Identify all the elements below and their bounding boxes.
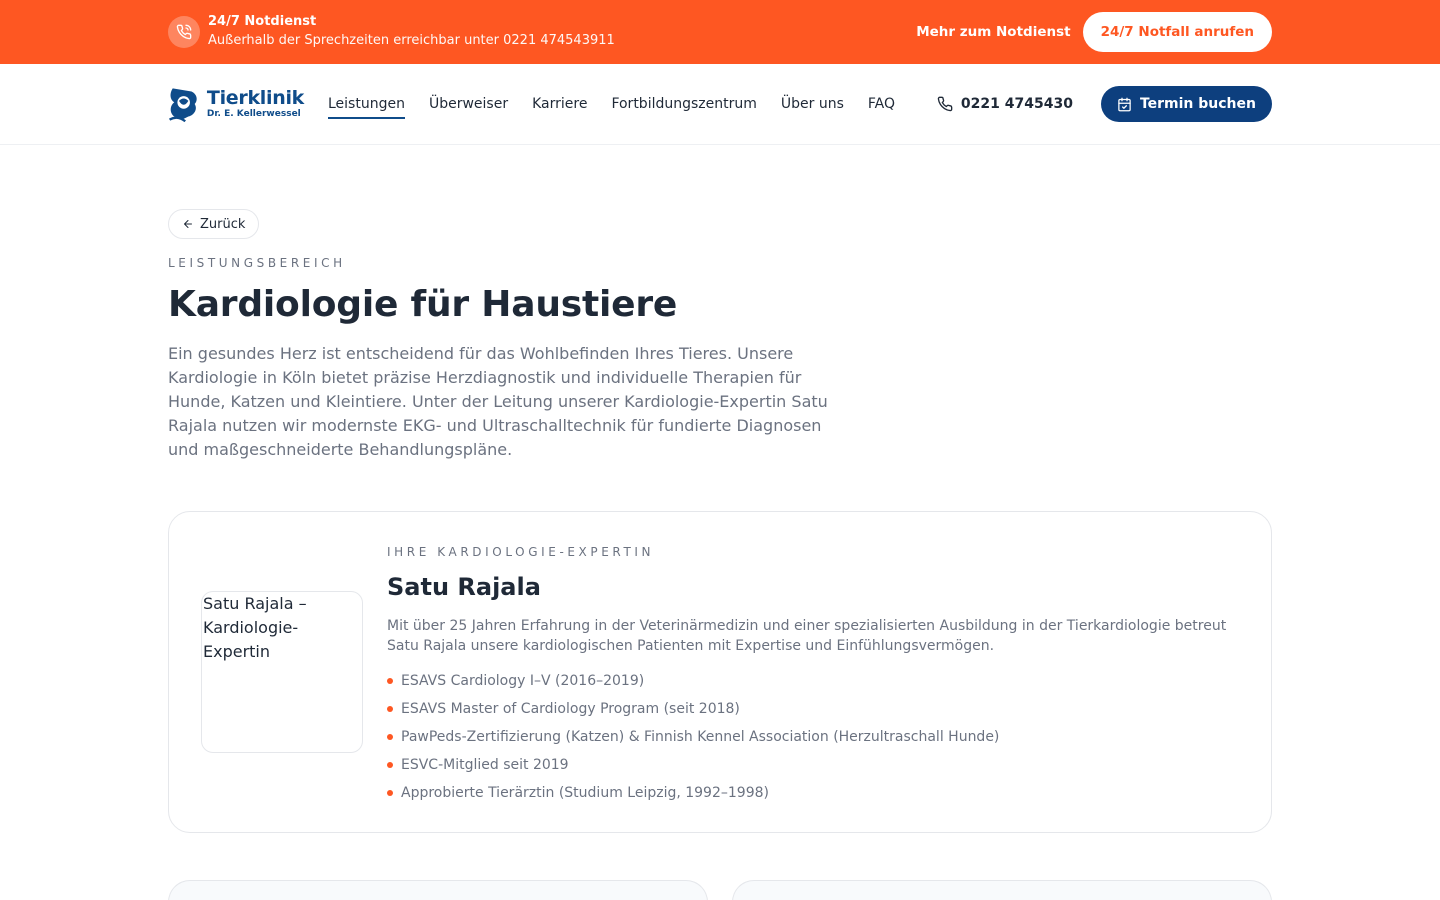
menu-item-ueber-uns[interactable]: Über uns [781,90,844,118]
logo-name: Tierklinik [206,87,304,109]
page-title: Kardiologie für Haustiere [168,284,678,325]
logo[interactable]: Tierklinik Dr. E. Kellerwessel [168,80,304,128]
credential-text: ESAVS Cardiology I–V (2016–2019) [401,673,645,689]
phone-call-icon [168,16,200,48]
menu-item-ueberweiser[interactable]: Überweiser [429,90,508,118]
expert-card: Satu Rajala – Kardiologie-Expertin IHRE … [168,511,1272,833]
menu-item-faq[interactable]: FAQ [868,90,895,118]
expert-photo: Satu Rajala – Kardiologie-Expertin [201,591,363,753]
menu-item-karriere[interactable]: Karriere [532,90,587,118]
credential-text: PawPeds-Zertifizierung (Katzen) & Finnis… [401,729,1000,745]
emergency-info: 24/7 Notdienst Außerhalb der Sprechzeite… [168,13,615,51]
expert-name: Satu Rajala [387,573,541,601]
list-item: PawPeds-Zertifizierung (Katzen) & Finnis… [387,723,1232,751]
expert-eyebrow: IHRE KARDIOLOGIE-EXPERTIN [387,545,655,559]
back-button[interactable]: Zurück [168,209,260,239]
bullet-icon [387,790,393,796]
credential-text: Approbierte Tierärztin (Studium Leipzig,… [401,785,769,801]
emergency-more-link[interactable]: Mehr zum Notdienst [916,24,1070,40]
phone-number: 0221 4745430 [960,96,1073,112]
menu-item-leistungen[interactable]: Leistungen [328,90,405,119]
emergency-subtitle: Außerhalb der Sprechzeiten erreichbar un… [208,33,615,48]
phone-icon [937,96,953,112]
book-appointment-button[interactable]: Termin buchen [1100,86,1272,122]
main-header: Tierklinik Dr. E. Kellerwessel Leistunge… [0,64,1440,145]
list-item: ESVC-Mitglied seit 2019 [387,751,1232,779]
info-card [732,880,1272,900]
logo-mark-icon [168,88,197,123]
section-eyebrow: LEISTUNGSBEREICH [168,256,346,270]
emergency-call-button[interactable]: 24/7 Notfall anrufen [1082,12,1272,52]
calendar-icon [1118,97,1131,111]
credential-text: ESAVS Master of Cardiology Program (seit… [401,701,740,717]
expert-description: Mit über 25 Jahren Erfahrung in der Vete… [387,618,1227,654]
bullet-icon [387,734,393,740]
phone-link[interactable]: 0221 4745430 [937,96,1073,112]
bullet-icon [387,678,393,684]
back-label: Zurück [200,216,246,232]
info-card [168,880,708,900]
emergency-bar: 24/7 Notdienst Außerhalb der Sprechzeite… [0,0,1440,64]
bullet-icon [387,762,393,768]
emergency-title: 24/7 Notdienst [208,14,317,29]
menu-item-fortbildungszentrum[interactable]: Fortbildungszentrum [611,90,756,118]
page-lead: Ein gesundes Herz ist entscheidend für d… [168,344,828,459]
book-appointment-label: Termin buchen [1139,96,1256,112]
credentials-list: ESAVS Cardiology I–V (2016–2019) ESAVS M… [387,667,1232,807]
list-item: Approbierte Tierärztin (Studium Leipzig,… [387,779,1232,807]
main-menu: Leistungen Überweiser Karriere Fortbildu… [328,64,895,145]
list-item: ESAVS Master of Cardiology Program (seit… [387,695,1232,723]
bullet-icon [387,706,393,712]
info-cards-row [168,880,1272,900]
arrow-left-icon [184,220,192,228]
list-item: ESAVS Cardiology I–V (2016–2019) [387,667,1232,695]
logo-subtitle: Dr. E. Kellerwessel [206,109,301,119]
credential-text: ESVC-Mitglied seit 2019 [401,757,569,773]
main-content: Zurück LEISTUNGSBEREICH Kardiologie für … [0,145,1440,833]
